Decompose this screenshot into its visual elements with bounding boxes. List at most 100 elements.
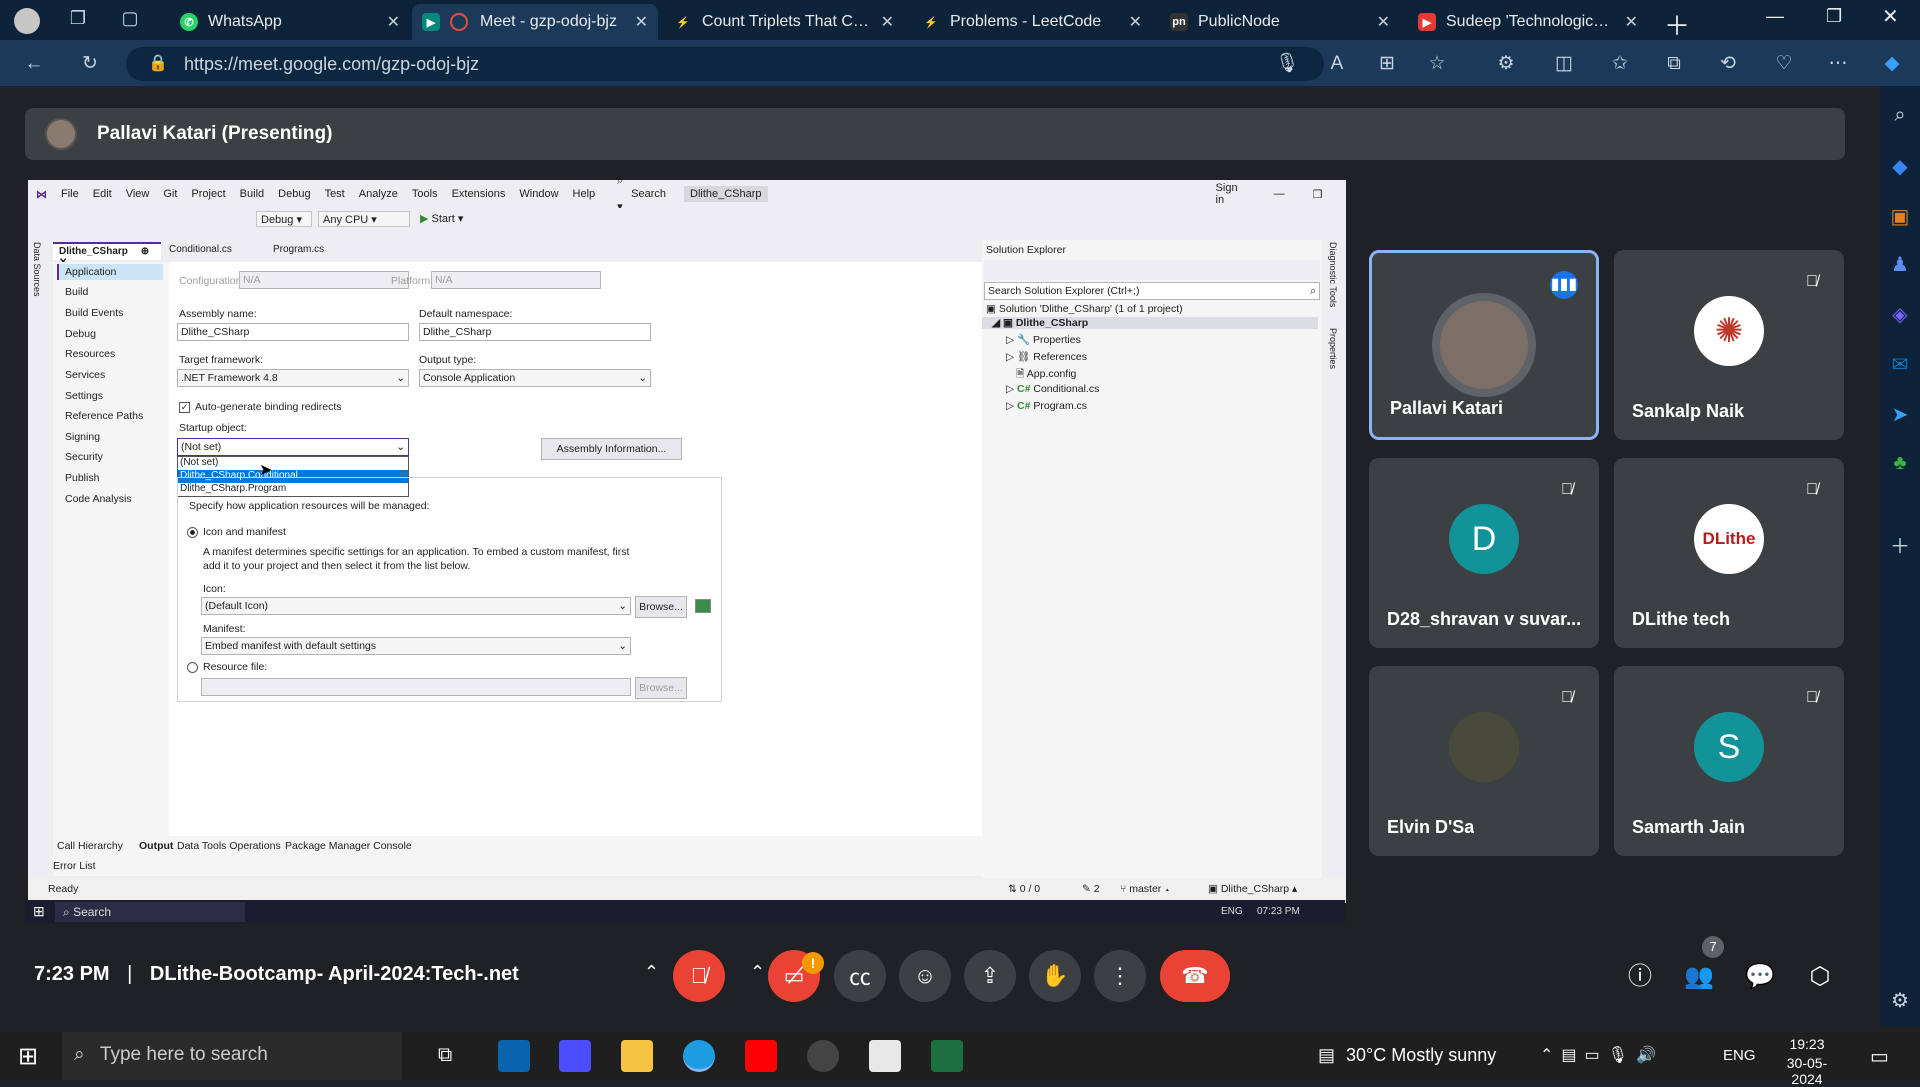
store-icon[interactable] <box>869 1040 901 1072</box>
nav-code-analysis[interactable]: Code Analysis <box>65 493 132 505</box>
minimize-icon[interactable]: — <box>1766 6 1784 27</box>
add-sidebar-icon[interactable]: ＋ <box>1880 530 1920 559</box>
close-tab-icon[interactable]: ✕ <box>881 12 894 32</box>
nav-build[interactable]: Build <box>65 286 88 298</box>
data-sources-tab[interactable]: Data Sources <box>32 242 42 297</box>
file-explorer-icon[interactable] <box>621 1040 653 1072</box>
icon-browse-button[interactable]: Browse... <box>635 596 687 618</box>
nav-reference-paths[interactable]: Reference Paths <box>65 410 143 422</box>
people-icon[interactable]: 👥 <box>1684 962 1714 992</box>
meeting-details-icon[interactable]: ⓘ <box>1625 962 1655 992</box>
captions-button[interactable]: ㏄ <box>834 950 886 1002</box>
menu-debug[interactable]: Debug <box>278 188 310 200</box>
close-tab-icon[interactable]: ✕ <box>635 12 648 32</box>
workspaces-icon[interactable]: ❐ <box>66 8 90 32</box>
participant-tile[interactable]: ▮▮▮ Pallavi Katari <box>1369 250 1599 440</box>
assembly-information-button[interactable]: Assembly Information... <box>541 438 682 460</box>
vs-restore-icon[interactable]: ❐ <box>1313 188 1323 201</box>
search-icon[interactable]: ⌕ <box>1880 104 1920 127</box>
mic-permission-icon[interactable]: 🎙 <box>1275 52 1299 76</box>
raise-hand-button[interactable]: ✋ <box>1029 950 1081 1002</box>
auto-binding-checkbox[interactable]: ✓ <box>179 402 190 413</box>
nav-build-events[interactable]: Build Events <box>65 307 123 319</box>
nav-signing[interactable]: Signing <box>65 431 100 443</box>
solution-search-field[interactable]: Search Solution Explorer (Ctrl+;) ⌕ <box>984 282 1320 300</box>
pin-icon[interactable]: ⊕ <box>141 246 149 257</box>
send-icon[interactable]: ➤ <box>1880 402 1920 427</box>
refresh-icon[interactable]: ↻ <box>78 52 102 76</box>
new-tab-icon[interactable]: ＋ <box>1664 6 1690 43</box>
menu-help[interactable]: Help <box>573 188 596 200</box>
tab-sudeep[interactable]: ▶ Sudeep 'Technological A ✕ <box>1408 4 1648 40</box>
nav-security[interactable]: Security <box>65 451 103 463</box>
nav-resources[interactable]: Resources <box>65 348 115 360</box>
output-type-dropdown[interactable]: Console Application ⌄ <box>419 369 651 387</box>
weather-widget[interactable]: ▤ 30°C Mostly sunny <box>1318 1045 1496 1066</box>
app-icon[interactable] <box>559 1040 591 1072</box>
tab-leetcode-problems[interactable]: ⚡ Problems - LeetCode ✕ <box>912 4 1152 40</box>
doc-tab-conditional[interactable]: Conditional.cs <box>163 242 263 260</box>
menu-git[interactable]: Git <box>163 188 177 200</box>
windows-start-icon[interactable]: ⊞ <box>18 1042 38 1071</box>
video-options-icon[interactable]: ⌃ <box>750 962 765 983</box>
extensions-icon[interactable]: ⚙ <box>1494 52 1518 76</box>
favorite-star-icon[interactable]: ☆ <box>1425 52 1449 76</box>
tab-actions-icon[interactable]: ▢ <box>118 8 142 32</box>
back-icon[interactable]: ← <box>22 52 46 76</box>
status-lines[interactable]: ⇅ 0 / 0 <box>1008 883 1040 895</box>
participant-tile[interactable]: D 🎙̸ D28_shravan v suvar... <box>1369 458 1599 648</box>
vs-minimize-icon[interactable]: — <box>1274 188 1285 200</box>
media-player-icon[interactable] <box>807 1040 839 1072</box>
tree-conditional[interactable]: ▷ C# Conditional.cs <box>1006 383 1099 395</box>
platform-dropdown[interactable]: Any CPU ▾ <box>318 211 410 227</box>
favorites-icon[interactable]: ✩ <box>1608 52 1632 76</box>
participant-tile[interactable]: 🎙̸ Elvin D'Sa <box>1369 666 1599 856</box>
default-namespace-field[interactable]: Dlithe_CSharp <box>419 323 651 341</box>
url-field[interactable]: 🔒 https://meet.google.com/gzp-odoj-bjz <box>126 47 1324 81</box>
activities-icon[interactable]: ⬡ <box>1805 962 1835 992</box>
more-menu-icon[interactable]: ⋯ <box>1826 52 1850 76</box>
menu-file[interactable]: File <box>61 188 79 200</box>
tab-meet[interactable]: ▶ Meet - gzp-odoj-bjz ✕ <box>412 4 658 40</box>
participant-tile[interactable]: S 🎙̸ Samarth Jain <box>1614 666 1844 856</box>
diagnostic-tools-tab[interactable]: Diagnostic Tools <box>1328 242 1338 307</box>
close-tab-icon[interactable]: ✕ <box>1377 12 1390 32</box>
restore-icon[interactable]: ❐ <box>1826 6 1842 27</box>
profile-avatar[interactable] <box>14 8 40 34</box>
menu-tools[interactable]: Tools <box>412 188 438 200</box>
status-repo[interactable]: ▣ Dlithe_CSharp ▴ <box>1208 883 1297 895</box>
resource-file-radio[interactable] <box>187 662 198 673</box>
icon-manifest-radio[interactable] <box>187 527 198 538</box>
app-available-icon[interactable]: ⊞ <box>1375 52 1399 76</box>
menu-project[interactable]: Project <box>191 188 225 200</box>
start-button[interactable]: ▶ Start ▾ <box>420 212 463 225</box>
manifest-dropdown[interactable]: Embed manifest with default settings ⌄ <box>201 637 631 655</box>
taskbar-lang[interactable]: ENG <box>1723 1047 1756 1064</box>
youtube-icon[interactable] <box>745 1040 777 1072</box>
doc-tab-project[interactable]: Dlithe_CSharp ⊕ ✕ <box>53 242 161 268</box>
tree-properties[interactable]: ▷ 🔧 Properties <box>1006 333 1081 346</box>
history-icon[interactable]: ⟲ <box>1716 52 1740 76</box>
assembly-name-field[interactable]: Dlithe_CSharp <box>177 323 409 341</box>
performance-icon[interactable]: ♡ <box>1772 52 1796 76</box>
menu-window[interactable]: Window <box>519 188 558 200</box>
properties-tab[interactable]: Properties <box>1328 328 1338 369</box>
tab-count-triplets[interactable]: ⚡ Count Triplets That Can F ✕ <box>664 4 904 40</box>
tools-icon[interactable]: ▣ <box>1880 204 1920 229</box>
tab-whatsapp[interactable]: ✆ WhatsApp ✕ <box>170 4 410 40</box>
tab-publicnode[interactable]: pn PublicNode ✕ <box>1160 4 1400 40</box>
icon-dropdown[interactable]: (Default Icon) ⌄ <box>201 597 631 615</box>
present-button[interactable]: ⇪ <box>964 950 1016 1002</box>
copilot-side-icon[interactable]: ◈ <box>1880 302 1920 327</box>
games-icon[interactable]: ♟ <box>1880 252 1920 277</box>
nav-settings[interactable]: Settings <box>65 390 103 402</box>
participant-tile[interactable]: DLithe 🎙̸ DLithe tech <box>1614 458 1844 648</box>
doc-tab-program[interactable]: Program.cs <box>267 242 367 260</box>
nav-application[interactable]: Application <box>57 264 163 280</box>
config-dropdown[interactable]: Debug ▾ <box>256 211 312 227</box>
call-hierarchy-tab[interactable]: Call Hierarchy <box>57 840 123 852</box>
split-screen-icon[interactable]: ◫ <box>1552 52 1576 76</box>
startup-object-dropdown[interactable]: (Not set) ⌄ <box>177 438 409 456</box>
read-aloud-icon[interactable]: A <box>1325 52 1349 76</box>
edge-icon[interactable] <box>683 1040 715 1072</box>
